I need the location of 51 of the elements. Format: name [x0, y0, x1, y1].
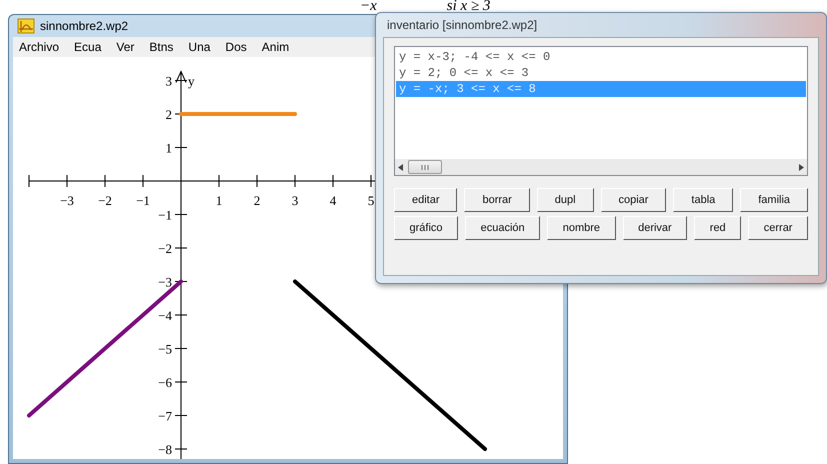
menu-item[interactable]: Anim [262, 40, 290, 54]
tick-label: 4 [330, 193, 336, 208]
menu-item[interactable]: Ecua [74, 40, 102, 54]
dialog-title: inventario [sinnombre2.wp2] [387, 18, 538, 32]
axis-label: y [188, 74, 194, 88]
dialog-button[interactable]: familia [740, 188, 808, 212]
tick-label: 2 [254, 193, 260, 208]
tick-label: −7 [158, 408, 172, 424]
tick-label: −5 [158, 342, 172, 356]
tick-label: 2 [166, 107, 172, 122]
tick-label: −4 [158, 308, 172, 323]
dialog-button[interactable]: red [694, 216, 742, 240]
formula-text: −x [360, 0, 377, 13]
dialog-button[interactable]: editar [394, 188, 458, 212]
scroll-right-icon[interactable] [798, 164, 804, 170]
tick-label: −2 [158, 241, 172, 256]
tick-label: 3 [292, 193, 298, 208]
tick-label: −1 [136, 193, 150, 208]
tick-label: −2 [98, 193, 112, 208]
dialog-button[interactable]: copiar [600, 188, 666, 212]
dialog-button[interactable]: gráfico [394, 216, 458, 240]
dialog-button[interactable]: ecuación [465, 216, 540, 240]
formula-text: si x ≥ 3 [446, 0, 490, 13]
dialog-button[interactable]: nombre [547, 216, 616, 240]
horizontal-scrollbar[interactable] [395, 159, 807, 175]
dialog-button[interactable]: tabla [673, 188, 734, 212]
dialog-button[interactable]: borrar [464, 188, 530, 212]
tick-label: −6 [158, 375, 172, 390]
dialog-button[interactable]: derivar [622, 216, 688, 240]
list-item[interactable]: y = 2; 0 <= x <= 3 [396, 65, 806, 81]
scroll-left-icon[interactable] [398, 164, 404, 170]
tick-label: −8 [158, 442, 172, 457]
menu-item[interactable]: Btns [149, 40, 174, 54]
dialog-button[interactable]: dupl [536, 188, 594, 212]
menu-item[interactable]: Archivo [19, 40, 60, 54]
tick-label: −3 [60, 193, 74, 208]
menu-item[interactable]: Dos [225, 40, 247, 54]
window-title: sinnombre2.wp2 [40, 19, 128, 33]
grip-icon [420, 164, 430, 170]
tick-label: −3 [158, 274, 172, 290]
menu-item[interactable]: Ver [116, 40, 134, 54]
tick-label: 1 [166, 140, 172, 156]
menu-item[interactable]: Una [188, 40, 210, 54]
list-item[interactable]: y = x-3; -4 <= x <= 0 [396, 49, 806, 65]
tick-label: −1 [158, 208, 172, 222]
dialog-button[interactable]: cerrar [748, 216, 808, 240]
tick-label: 3 [166, 74, 172, 88]
scroll-thumb[interactable] [408, 160, 442, 174]
tick-label: 5 [368, 193, 374, 208]
tick-label: 1 [216, 193, 222, 208]
app-icon [17, 18, 35, 34]
